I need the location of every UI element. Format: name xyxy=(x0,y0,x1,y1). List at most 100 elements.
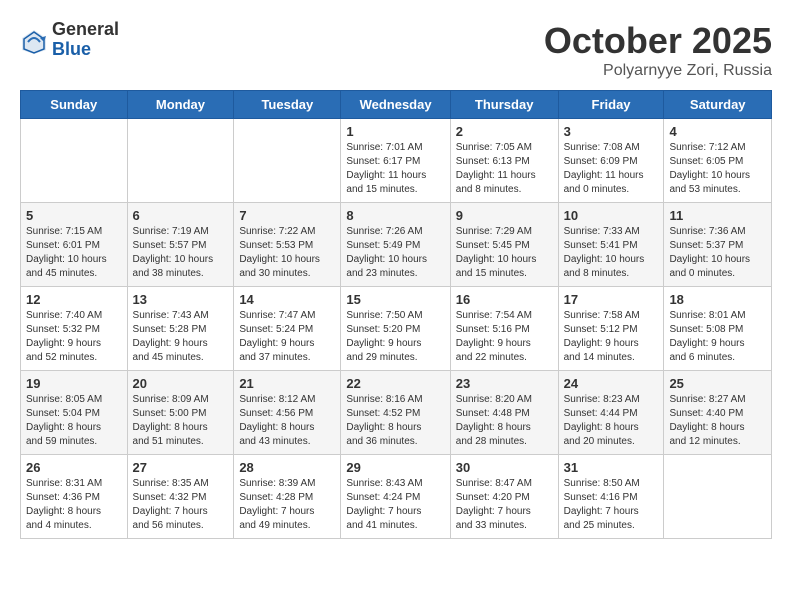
day-number: 9 xyxy=(456,208,553,223)
calendar-week-row: 5Sunrise: 7:15 AM Sunset: 6:01 PM Daylig… xyxy=(21,203,772,287)
day-number: 20 xyxy=(133,376,229,391)
day-info: Sunrise: 7:01 AM Sunset: 6:17 PM Dayligh… xyxy=(346,141,444,197)
day-info: Sunrise: 7:12 AM Sunset: 6:05 PM Dayligh… xyxy=(669,141,766,197)
day-info: Sunrise: 7:33 AM Sunset: 5:41 PM Dayligh… xyxy=(564,225,659,281)
calendar-cell: 23Sunrise: 8:20 AM Sunset: 4:48 PM Dayli… xyxy=(450,371,558,455)
calendar-table: SundayMondayTuesdayWednesdayThursdayFrid… xyxy=(20,90,772,539)
calendar-cell: 24 Sunrise: 8:23 AM Sunset: 4:44 PM Dayli… xyxy=(558,371,664,455)
day-info: Sunrise: 8:12 AM Sunset: 4:56 PM Dayligh… xyxy=(239,393,335,449)
calendar-cell: 29 Sunrise: 8:43 AM Sunset: 4:24 PM Dayli… xyxy=(341,455,450,539)
day-info: Sunrise: 8:39 AM Sunset: 4:28 PM Dayligh… xyxy=(239,477,335,533)
title-block: October 2025 Polyarnyye Zori, Russia xyxy=(544,20,772,80)
day-number: 8 xyxy=(346,208,444,223)
day-info: Sunrise: 7:47 AM Sunset: 5:24 PM Dayligh… xyxy=(239,309,335,365)
calendar-cell: 19 Sunrise: 8:05 AM Sunset: 5:04 PM Dayli… xyxy=(21,371,128,455)
day-number: 18 xyxy=(669,292,766,307)
day-number: 6 xyxy=(133,208,229,223)
calendar-cell: 11 Sunrise: 7:36 AM Sunset: 5:37 PM Dayli… xyxy=(664,203,772,287)
day-info: Sunrise: 8:05 AM Sunset: 5:04 PM Dayligh… xyxy=(26,393,122,449)
calendar-cell: 22 Sunrise: 8:16 AM Sunset: 4:52 PM Dayli… xyxy=(341,371,450,455)
day-number: 29 xyxy=(346,460,444,475)
calendar-cell: 27Sunrise: 8:35 AM Sunset: 4:32 PM Dayli… xyxy=(127,455,234,539)
day-info: Sunrise: 7:26 AM Sunset: 5:49 PM Dayligh… xyxy=(346,225,444,281)
logo-text: General Blue xyxy=(52,20,119,60)
day-number: 13 xyxy=(133,292,229,307)
day-number: 22 xyxy=(346,376,444,391)
day-info: Sunrise: 7:22 AM Sunset: 5:53 PM Dayligh… xyxy=(239,225,335,281)
day-info: Sunrise: 7:43 AM Sunset: 5:28 PM Dayligh… xyxy=(133,309,229,365)
day-info: Sunrise: 7:54 AM Sunset: 5:16 PM Dayligh… xyxy=(456,309,553,365)
calendar-cell: 17Sunrise: 7:58 AM Sunset: 5:12 PM Dayli… xyxy=(558,287,664,371)
day-number: 7 xyxy=(239,208,335,223)
day-number: 5 xyxy=(26,208,122,223)
calendar-cell: 16Sunrise: 7:54 AM Sunset: 5:16 PM Dayli… xyxy=(450,287,558,371)
day-info: Sunrise: 7:36 AM Sunset: 5:37 PM Dayligh… xyxy=(669,225,766,281)
day-info: Sunrise: 8:16 AM Sunset: 4:52 PM Dayligh… xyxy=(346,393,444,449)
calendar-week-row: 26 Sunrise: 8:31 AM Sunset: 4:36 PM Dayli… xyxy=(21,455,772,539)
calendar-week-row: 1 Sunrise: 7:01 AM Sunset: 6:17 PM Daylig… xyxy=(21,119,772,203)
day-info: Sunrise: 7:58 AM Sunset: 5:12 PM Dayligh… xyxy=(564,309,659,365)
day-number: 12 xyxy=(26,292,122,307)
calendar-cell: 21 Sunrise: 8:12 AM Sunset: 4:56 PM Dayli… xyxy=(234,371,341,455)
day-info: Sunrise: 7:05 AM Sunset: 6:13 PM Dayligh… xyxy=(456,141,553,197)
calendar-cell: 9 Sunrise: 7:29 AM Sunset: 5:45 PM Daylig… xyxy=(450,203,558,287)
weekday-header: Monday xyxy=(127,91,234,119)
calendar-cell: 25 Sunrise: 8:27 AM Sunset: 4:40 PM Dayli… xyxy=(664,371,772,455)
calendar-cell: 10Sunrise: 7:33 AM Sunset: 5:41 PM Dayli… xyxy=(558,203,664,287)
day-info: Sunrise: 8:47 AM Sunset: 4:20 PM Dayligh… xyxy=(456,477,553,533)
day-info: Sunrise: 8:09 AM Sunset: 5:00 PM Dayligh… xyxy=(133,393,229,449)
logo-icon xyxy=(20,28,48,56)
day-info: Sunrise: 7:50 AM Sunset: 5:20 PM Dayligh… xyxy=(346,309,444,365)
day-number: 19 xyxy=(26,376,122,391)
calendar-cell: 5Sunrise: 7:15 AM Sunset: 6:01 PM Daylig… xyxy=(21,203,128,287)
day-info: Sunrise: 8:01 AM Sunset: 5:08 PM Dayligh… xyxy=(669,309,766,365)
calendar-cell: 30 Sunrise: 8:47 AM Sunset: 4:20 PM Dayli… xyxy=(450,455,558,539)
location-subtitle: Polyarnyye Zori, Russia xyxy=(544,62,772,80)
logo: General Blue xyxy=(20,20,119,60)
calendar-cell: 15Sunrise: 7:50 AM Sunset: 5:20 PM Dayli… xyxy=(341,287,450,371)
day-number: 30 xyxy=(456,460,553,475)
day-info: Sunrise: 7:40 AM Sunset: 5:32 PM Dayligh… xyxy=(26,309,122,365)
calendar-cell xyxy=(127,119,234,203)
calendar-cell: 13 Sunrise: 7:43 AM Sunset: 5:28 PM Dayli… xyxy=(127,287,234,371)
day-info: Sunrise: 8:23 AM Sunset: 4:44 PM Dayligh… xyxy=(564,393,659,449)
calendar-cell: 2Sunrise: 7:05 AM Sunset: 6:13 PM Daylig… xyxy=(450,119,558,203)
day-number: 24 xyxy=(564,376,659,391)
logo-blue-text: Blue xyxy=(52,40,119,60)
day-number: 26 xyxy=(26,460,122,475)
month-title: October 2025 xyxy=(544,20,772,62)
calendar-cell: 4 Sunrise: 7:12 AM Sunset: 6:05 PM Daylig… xyxy=(664,119,772,203)
day-number: 27 xyxy=(133,460,229,475)
weekday-header: Sunday xyxy=(21,91,128,119)
day-info: Sunrise: 8:27 AM Sunset: 4:40 PM Dayligh… xyxy=(669,393,766,449)
day-number: 1 xyxy=(346,124,444,139)
day-info: Sunrise: 8:50 AM Sunset: 4:16 PM Dayligh… xyxy=(564,477,659,533)
calendar-week-row: 12 Sunrise: 7:40 AM Sunset: 5:32 PM Dayli… xyxy=(21,287,772,371)
day-number: 3 xyxy=(564,124,659,139)
calendar-cell: 18 Sunrise: 8:01 AM Sunset: 5:08 PM Dayli… xyxy=(664,287,772,371)
calendar-cell xyxy=(234,119,341,203)
day-number: 14 xyxy=(239,292,335,307)
calendar-cell: 31 Sunrise: 8:50 AM Sunset: 4:16 PM Dayli… xyxy=(558,455,664,539)
day-info: Sunrise: 8:31 AM Sunset: 4:36 PM Dayligh… xyxy=(26,477,122,533)
calendar-cell: 12 Sunrise: 7:40 AM Sunset: 5:32 PM Dayli… xyxy=(21,287,128,371)
calendar-week-row: 19 Sunrise: 8:05 AM Sunset: 5:04 PM Dayli… xyxy=(21,371,772,455)
calendar-cell: 8 Sunrise: 7:26 AM Sunset: 5:49 PM Daylig… xyxy=(341,203,450,287)
calendar-cell: 28Sunrise: 8:39 AM Sunset: 4:28 PM Dayli… xyxy=(234,455,341,539)
logo-general-text: General xyxy=(52,20,119,40)
day-number: 21 xyxy=(239,376,335,391)
calendar-cell: 26 Sunrise: 8:31 AM Sunset: 4:36 PM Dayli… xyxy=(21,455,128,539)
day-number: 4 xyxy=(669,124,766,139)
calendar-cell xyxy=(664,455,772,539)
day-info: Sunrise: 8:20 AM Sunset: 4:48 PM Dayligh… xyxy=(456,393,553,449)
day-info: Sunrise: 7:29 AM Sunset: 5:45 PM Dayligh… xyxy=(456,225,553,281)
day-number: 25 xyxy=(669,376,766,391)
calendar-cell: 1 Sunrise: 7:01 AM Sunset: 6:17 PM Daylig… xyxy=(341,119,450,203)
weekday-header: Tuesday xyxy=(234,91,341,119)
page-header: General Blue October 2025 Polyarnyye Zor… xyxy=(20,20,772,80)
day-number: 11 xyxy=(669,208,766,223)
day-info: Sunrise: 8:43 AM Sunset: 4:24 PM Dayligh… xyxy=(346,477,444,533)
calendar-cell xyxy=(21,119,128,203)
day-number: 31 xyxy=(564,460,659,475)
day-info: Sunrise: 7:19 AM Sunset: 5:57 PM Dayligh… xyxy=(133,225,229,281)
